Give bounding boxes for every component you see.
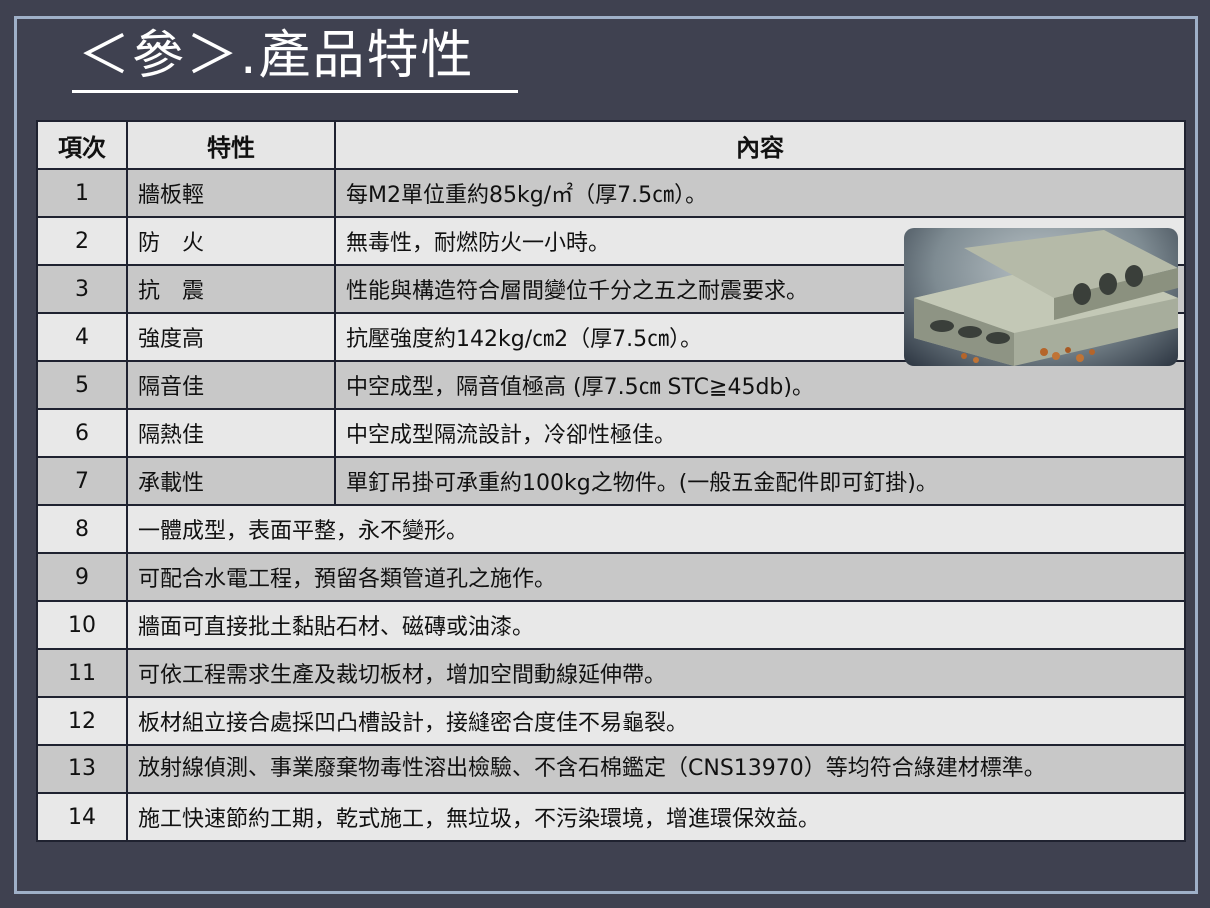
row-content: 每M2單位重約85kg/㎡（厚7.5㎝）。	[334, 168, 1186, 218]
table-row: 11 可依工程需求生產及裁切板材，增加空間動線延伸帶。	[36, 648, 1186, 698]
row-number: 3	[36, 264, 128, 314]
table-row: 6 隔熱佳 中空成型隔流設計，冷卻性極佳。	[36, 408, 1186, 458]
table-row: 10 牆面可直接批土黏貼石材、磁磚或油漆。	[36, 600, 1186, 650]
row-content: 放射線偵測、事業廢棄物毒性溶出檢驗、不含石棉鑑定（CNS13970）等均符合綠建…	[126, 744, 1186, 794]
table-row: 12 板材組立接合處採凹凸槽設計，接縫密合度佳不易龜裂。	[36, 696, 1186, 746]
row-content: 中空成型，隔音值極高 (厚7.5㎝ STC≧45db)。	[334, 360, 1186, 410]
row-number: 6	[36, 408, 128, 458]
row-content: 可依工程需求生產及裁切板材，增加空間動線延伸帶。	[126, 648, 1186, 698]
row-content: 中空成型隔流設計，冷卻性極佳。	[334, 408, 1186, 458]
row-content: 一體成型，表面平整，永不變形。	[126, 504, 1186, 554]
row-number: 13	[36, 744, 128, 794]
row-content: 施工快速節約工期，乾式施工，無垃圾，不污染環境，增進環保效益。	[126, 792, 1186, 842]
page-title: ＜參＞.產品特性	[78, 26, 475, 86]
row-number: 5	[36, 360, 128, 410]
header-content: 內容	[334, 120, 1186, 170]
title-underline	[72, 90, 518, 93]
row-number: 7	[36, 456, 128, 506]
row-number: 11	[36, 648, 128, 698]
row-content: 板材組立接合處採凹凸槽設計，接縫密合度佳不易龜裂。	[126, 696, 1186, 746]
panel-illustration	[914, 230, 1178, 366]
hollow-core-panel-image	[904, 228, 1178, 366]
row-number: 1	[36, 168, 128, 218]
table-row: 13 放射線偵測、事業廢棄物毒性溶出檢驗、不含石棉鑑定（CNS13970）等均符…	[36, 744, 1186, 794]
row-number: 4	[36, 312, 128, 362]
table-row: 7 承載性 單釘吊掛可承重約100kg之物件。(一般五金配件即可釘掛)。	[36, 456, 1186, 506]
row-feature: 抗 震	[126, 264, 336, 314]
row-content: 牆面可直接批土黏貼石材、磁磚或油漆。	[126, 600, 1186, 650]
header-item-no: 項次	[36, 120, 128, 170]
row-content: 單釘吊掛可承重約100kg之物件。(一般五金配件即可釘掛)。	[334, 456, 1186, 506]
table-row: 5 隔音佳 中空成型，隔音值極高 (厚7.5㎝ STC≧45db)。	[36, 360, 1186, 410]
row-content: 可配合水電工程，預留各類管道孔之施作。	[126, 552, 1186, 602]
row-feature: 防 火	[126, 216, 336, 266]
row-feature: 隔音佳	[126, 360, 336, 410]
row-number: 12	[36, 696, 128, 746]
row-number: 14	[36, 792, 128, 842]
table-row: 8 一體成型，表面平整，永不變形。	[36, 504, 1186, 554]
table-row: 14 施工快速節約工期，乾式施工，無垃圾，不污染環境，增進環保效益。	[36, 792, 1186, 842]
row-feature: 隔熱佳	[126, 408, 336, 458]
row-feature: 牆板輕	[126, 168, 336, 218]
table-header-row: 項次 特性 內容	[36, 120, 1186, 170]
row-feature: 強度高	[126, 312, 336, 362]
header-feature: 特性	[126, 120, 336, 170]
table-row: 1 牆板輕 每M2單位重約85kg/㎡（厚7.5㎝）。	[36, 168, 1186, 218]
table-row: 9 可配合水電工程，預留各類管道孔之施作。	[36, 552, 1186, 602]
row-number: 2	[36, 216, 128, 266]
row-number: 9	[36, 552, 128, 602]
row-number: 10	[36, 600, 128, 650]
row-number: 8	[36, 504, 128, 554]
row-feature: 承載性	[126, 456, 336, 506]
